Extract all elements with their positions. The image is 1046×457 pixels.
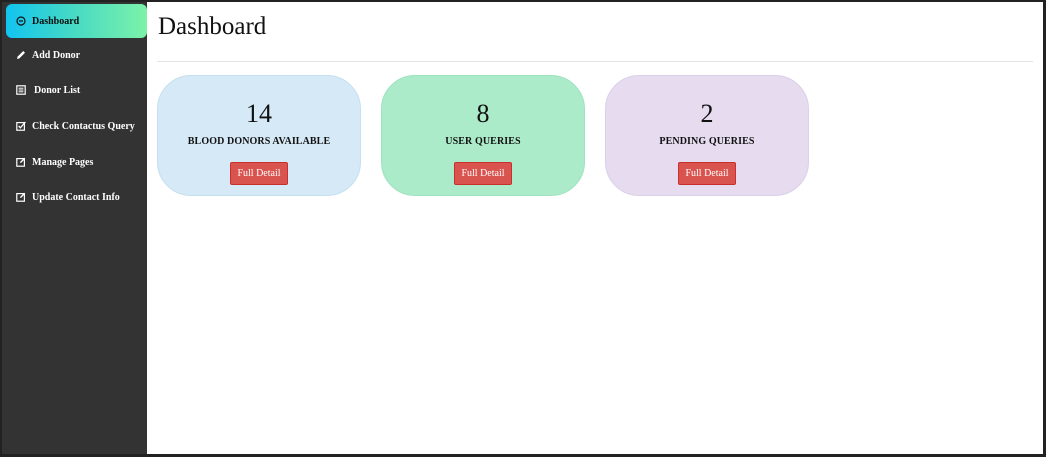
sidebar-item-add-donor[interactable]: Add Donor xyxy=(6,38,147,72)
edit-box-icon xyxy=(16,192,26,202)
stat-card-pending-queries: 2 PENDING QUERIES Full Detail xyxy=(605,75,809,196)
main-content: Dashboard 14 BLOOD DONORS AVAILABLE Full… xyxy=(147,2,1043,454)
sidebar-item-label: Donor List xyxy=(34,84,81,96)
sidebar-item-manage-pages[interactable]: Manage Pages xyxy=(6,145,147,179)
stat-count: 14 xyxy=(246,99,272,128)
stat-label: BLOOD DONORS AVAILABLE xyxy=(187,136,331,147)
full-detail-button[interactable]: Full Detail xyxy=(678,162,736,185)
stat-count: 8 xyxy=(476,99,490,128)
stat-card-blood-donors: 14 BLOOD DONORS AVAILABLE Full Detail xyxy=(157,75,361,196)
sidebar-item-label: Check Contactus Query xyxy=(32,120,135,132)
sidebar-item-label: Add Donor xyxy=(32,49,81,61)
sidebar-item-label: Manage Pages xyxy=(32,156,94,168)
full-detail-button[interactable]: Full Detail xyxy=(454,162,512,185)
sidebar: Dashboard Add Donor Donor List Check Con… xyxy=(2,2,147,454)
stat-count: 2 xyxy=(700,99,714,128)
list-icon xyxy=(16,85,26,95)
stat-label: PENDING QUERIES xyxy=(659,136,755,147)
checkbox-icon xyxy=(16,121,26,131)
page-title: Dashboard xyxy=(158,13,267,40)
full-detail-button[interactable]: Full Detail xyxy=(230,162,288,185)
edit-box-icon xyxy=(16,157,26,167)
sidebar-item-update-contact-info[interactable]: Update Contact Info xyxy=(6,180,147,214)
stat-label: USER QUERIES xyxy=(445,136,521,147)
dashboard-icon xyxy=(16,16,26,26)
sidebar-item-label: Update Contact Info xyxy=(32,191,120,203)
sidebar-item-check-contactus-query[interactable]: Check Contactus Query xyxy=(6,109,147,143)
sidebar-item-label: Dashboard xyxy=(32,15,80,27)
sidebar-item-donor-list[interactable]: Donor List xyxy=(6,73,147,107)
pencil-icon xyxy=(16,50,26,60)
sidebar-item-dashboard[interactable]: Dashboard xyxy=(6,4,147,38)
stat-card-user-queries: 8 USER QUERIES Full Detail xyxy=(381,75,585,196)
divider xyxy=(157,61,1033,62)
